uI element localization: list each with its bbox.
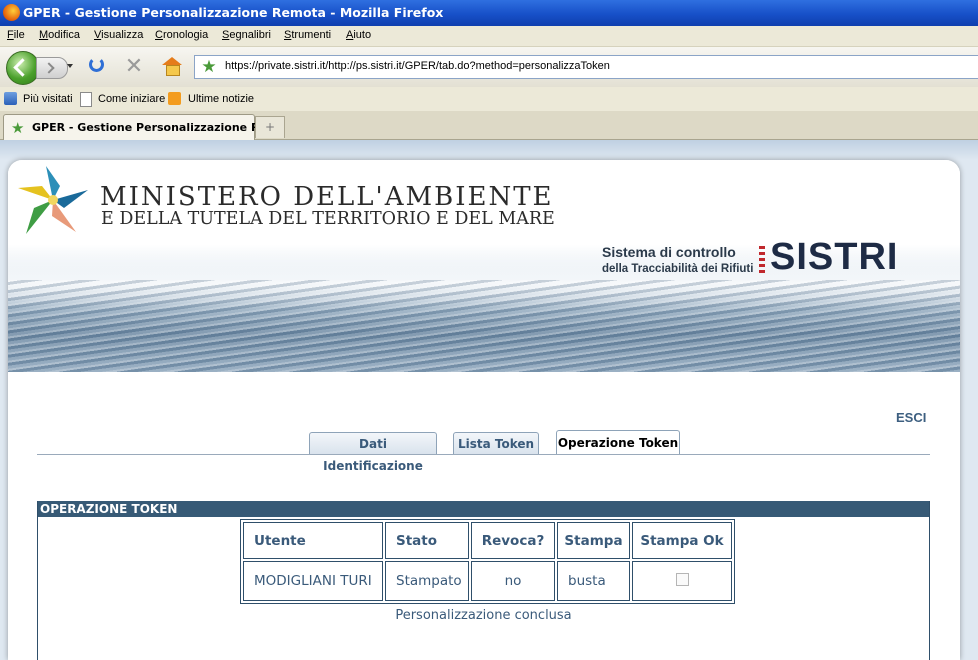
ministry-subtitle: E DELLA TUTELA DEL TERRITORIO E DEL MARE: [101, 209, 555, 229]
menu-segnalibri[interactable]: Segnalibri: [222, 29, 271, 41]
tab-divider: [37, 454, 930, 455]
browser-tab-gper[interactable]: ★ GPER - Gestione Personalizzazione R...: [3, 114, 272, 140]
stampa-ok-checkbox[interactable]: [675, 572, 689, 586]
header-banner: MINISTERO DELL'AMBIENTE E DELLA TUTELA D…: [8, 160, 960, 372]
sistri-logo: SISTRI: [770, 236, 899, 278]
bookmark-piu-visitati[interactable]: Più visitati: [4, 87, 74, 111]
address-bar[interactable]: ★ https://private.sistri.it/http://ps.si…: [194, 55, 978, 79]
tab-lista-token[interactable]: Lista Token: [453, 432, 539, 455]
rss-feed-icon: [168, 92, 181, 105]
ministry-title: MINISTERO DELL'AMBIENTE: [100, 182, 554, 212]
window-title-bar: GPER - Gestione Personalizzazione Remota…: [0, 0, 978, 26]
reload-icon[interactable]: [89, 57, 104, 72]
cell-revoca: no: [471, 561, 555, 601]
menu-aiuto[interactable]: Aiuto: [346, 29, 371, 41]
sistri-tagline-2: della Tracciabilità dei Rifiuti: [602, 263, 754, 275]
menu-bar: File Modifica Visualizza Cronologia Segn…: [0, 26, 978, 47]
forward-button[interactable]: [36, 57, 68, 79]
back-button[interactable]: [6, 51, 40, 85]
browser-tab-strip: ★ GPER - Gestione Personalizzazione R...…: [0, 111, 978, 140]
cell-utente: MODIGLIANI TURI: [243, 561, 383, 601]
url-text[interactable]: https://private.sistri.it/http://ps.sist…: [225, 60, 610, 72]
menu-modifica[interactable]: Modifica: [39, 29, 80, 41]
cell-stampa: busta: [557, 561, 630, 601]
operazione-token-panel: OPERAZIONE TOKEN Utente Stato Revoca? St…: [37, 501, 930, 660]
menu-file[interactable]: File: [7, 29, 25, 41]
history-dropdown-icon[interactable]: [67, 64, 73, 68]
table-row: MODIGLIANI TURI Stampato no busta: [243, 561, 732, 601]
firefox-icon: [3, 4, 20, 21]
site-favicon-icon: ★: [201, 57, 217, 77]
sistri-separator-icon: [759, 246, 765, 276]
token-table: Utente Stato Revoca? Stampa Stampa Ok MO…: [240, 519, 735, 604]
logout-link[interactable]: ESCI: [896, 410, 926, 425]
menu-strumenti[interactable]: Strumenti: [284, 29, 331, 41]
column-header-stato: Stato: [385, 522, 469, 559]
ministry-logo-icon: [18, 166, 88, 234]
table-header-row: Utente Stato Revoca? Stampa Stampa Ok: [243, 522, 732, 559]
page-icon: [80, 92, 92, 107]
bookmarks-toolbar: Più visitati Come iniziare Ultime notizi…: [0, 87, 978, 112]
navigation-toolbar: ✕ ★ https://private.sistri.it/http://ps.…: [0, 47, 978, 87]
most-visited-icon: [4, 92, 17, 105]
sistri-tagline-1: Sistema di controllo: [602, 244, 736, 260]
column-header-stampa: Stampa: [557, 522, 630, 559]
tab-dati-identificazione[interactable]: Dati Identificazione: [309, 432, 437, 473]
section-title: OPERAZIONE TOKEN: [38, 501, 929, 517]
menu-cronologia[interactable]: Cronologia: [155, 29, 208, 41]
window-title: GPER - Gestione Personalizzazione Remota…: [23, 5, 444, 20]
tab-operazione-token[interactable]: Operazione Token: [556, 430, 680, 455]
column-header-utente: Utente: [243, 522, 383, 559]
column-header-stampa-ok: Stampa Ok: [632, 522, 732, 559]
cell-stampa-ok: [632, 561, 732, 601]
cell-stato: Stampato: [385, 561, 469, 601]
site-favicon-icon: ★: [11, 119, 25, 137]
bookmark-ultime-notizie[interactable]: Ultime notizie: [168, 87, 258, 111]
status-message: Personalizzazione conclusa: [395, 608, 572, 623]
bookmark-come-iniziare[interactable]: Come iniziare: [80, 87, 165, 111]
new-tab-button[interactable]: +: [255, 116, 285, 138]
page-container: MINISTERO DELL'AMBIENTE E DELLA TUTELA D…: [8, 160, 960, 660]
home-icon[interactable]: [162, 57, 182, 76]
column-header-revoca: Revoca?: [471, 522, 555, 559]
page-viewport: MINISTERO DELL'AMBIENTE E DELLA TUTELA D…: [0, 140, 978, 660]
menu-visualizza[interactable]: Visualizza: [94, 29, 143, 41]
stop-icon[interactable]: ✕: [122, 55, 146, 79]
